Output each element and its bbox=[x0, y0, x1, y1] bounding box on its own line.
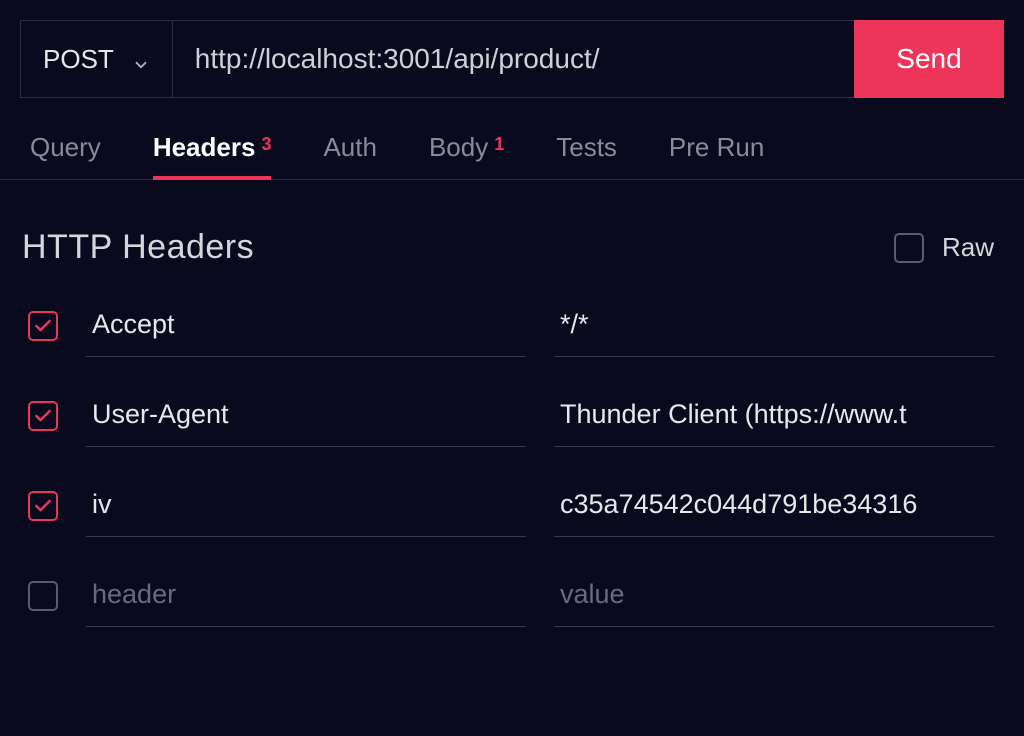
tab-label: Query bbox=[30, 132, 101, 163]
header-name-input[interactable] bbox=[86, 565, 526, 627]
header-row bbox=[28, 295, 994, 357]
tab-badge: 3 bbox=[261, 134, 271, 155]
chevron-down-icon bbox=[132, 50, 150, 68]
headers-rows bbox=[0, 295, 1024, 627]
header-name-input[interactable] bbox=[86, 295, 526, 357]
tab-label: Pre Run bbox=[669, 132, 764, 163]
header-value-input[interactable] bbox=[554, 565, 994, 627]
header-value-input[interactable] bbox=[554, 475, 994, 537]
url-input[interactable] bbox=[172, 20, 854, 98]
headers-section-head: HTTP Headers Raw bbox=[0, 180, 1024, 295]
header-row bbox=[28, 475, 994, 537]
tab-label: Tests bbox=[556, 132, 617, 163]
header-value-input[interactable] bbox=[554, 295, 994, 357]
request-bar: POST Send bbox=[0, 0, 1024, 98]
tab-query[interactable]: Query bbox=[30, 132, 101, 179]
tab-body[interactable]: Body 1 bbox=[429, 132, 504, 179]
section-title: HTTP Headers bbox=[22, 228, 254, 267]
tab-headers[interactable]: Headers 3 bbox=[153, 132, 272, 179]
row-enable-checkbox[interactable] bbox=[28, 401, 58, 431]
send-button[interactable]: Send bbox=[854, 20, 1004, 98]
tab-tests[interactable]: Tests bbox=[556, 132, 617, 179]
tab-label: Body bbox=[429, 132, 488, 163]
tab-label: Headers bbox=[153, 132, 256, 163]
header-value-input[interactable] bbox=[554, 385, 994, 447]
row-enable-checkbox[interactable] bbox=[28, 311, 58, 341]
tab-auth[interactable]: Auth bbox=[323, 132, 377, 179]
method-select[interactable]: POST bbox=[20, 20, 172, 98]
row-enable-checkbox[interactable] bbox=[28, 581, 58, 611]
header-row bbox=[28, 385, 994, 447]
tab-prerun[interactable]: Pre Run bbox=[669, 132, 764, 179]
header-name-input[interactable] bbox=[86, 385, 526, 447]
header-row bbox=[28, 565, 994, 627]
raw-checkbox[interactable] bbox=[894, 233, 924, 263]
tab-badge: 1 bbox=[494, 134, 504, 155]
method-label: POST bbox=[43, 44, 114, 75]
raw-label: Raw bbox=[942, 232, 994, 263]
row-enable-checkbox[interactable] bbox=[28, 491, 58, 521]
tabs-bar: Query Headers 3 Auth Body 1 Tests Pre Ru… bbox=[0, 98, 1024, 180]
raw-toggle[interactable]: Raw bbox=[894, 232, 994, 263]
header-name-input[interactable] bbox=[86, 475, 526, 537]
tab-label: Auth bbox=[323, 132, 377, 163]
